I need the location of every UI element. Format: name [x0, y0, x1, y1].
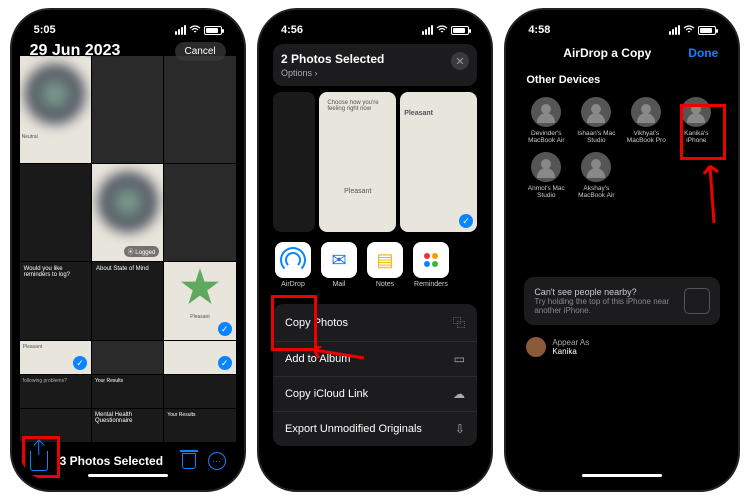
- cancel-button[interactable]: Cancel: [175, 42, 226, 61]
- battery-icon: [204, 26, 222, 35]
- photo-previews: Choose how you're feeling right now Plea…: [273, 92, 477, 232]
- done-button[interactable]: Done: [688, 46, 718, 60]
- section-header: Other Devices: [514, 68, 730, 90]
- photo-thumb[interactable]: [92, 56, 163, 163]
- action-export[interactable]: Export Unmodified Originals⇩: [273, 412, 477, 446]
- album-icon: ▭: [454, 352, 465, 366]
- wifi-icon: [436, 25, 448, 35]
- more-icon[interactable]: ⋯: [208, 452, 226, 470]
- photo-thumb[interactable]: About State of Mind: [92, 262, 163, 341]
- photo-thumb[interactable]: Would you like reminders to log?: [20, 262, 91, 341]
- home-indicator[interactable]: [88, 474, 168, 477]
- hint-body: Try holding the top of this iPhone near …: [534, 297, 676, 315]
- phone-2: 4:56 2 Photos Selected Options › ✕ Choos…: [259, 10, 491, 490]
- airdrop-device[interactable]: Akshay's MacBook Air: [572, 149, 620, 202]
- avatar-icon: [681, 97, 711, 127]
- notch: [78, 10, 178, 30]
- hint-title: Can't see people nearby?: [534, 287, 676, 297]
- close-icon[interactable]: ✕: [451, 52, 469, 70]
- clock: 4:56: [281, 24, 303, 36]
- airdrop-device[interactable]: Vikhyat's MacBook Pro: [622, 94, 670, 147]
- nearby-hint: Can't see people nearby? Try holding the…: [524, 277, 720, 325]
- device-grid: Devinder's MacBook Air Ishaan's Mac Stud…: [514, 90, 730, 207]
- photo-thumb[interactable]: [164, 56, 235, 163]
- airdrop-device[interactable]: Kanika's iPhone: [672, 94, 720, 147]
- wifi-icon: [683, 25, 695, 35]
- photo-thumb[interactable]: [92, 341, 163, 374]
- airdrop-icon: [275, 242, 311, 278]
- app-mail[interactable]: ✉Mail: [321, 242, 357, 288]
- date-heading: 29 Jun 2023: [30, 42, 121, 60]
- avatar-icon: [581, 97, 611, 127]
- notch: [325, 10, 425, 30]
- action-add-album[interactable]: Add to Album▭: [273, 342, 477, 377]
- sheet-title: 2 Photos Selected: [281, 52, 469, 66]
- airdrop-header: AirDrop a Copy Done: [514, 38, 730, 68]
- photo-thumb[interactable]: Pleasant✓: [20, 341, 91, 374]
- check-icon: ✓: [218, 322, 232, 336]
- battery-icon: [698, 26, 716, 35]
- cloud-icon: ☁: [453, 387, 465, 401]
- photo-grid: Neutral ⦿ Logged Would you like reminder…: [20, 38, 236, 448]
- check-icon: ✓: [218, 356, 232, 370]
- preview-thumb[interactable]: Choose how you're feeling right now Plea…: [319, 92, 396, 232]
- home-indicator[interactable]: [582, 474, 662, 477]
- preview-thumb[interactable]: [273, 92, 315, 232]
- photo-thumb[interactable]: Pleasant✓: [164, 262, 235, 341]
- copy-icon: ⿻: [453, 314, 465, 331]
- photo-thumb[interactable]: [164, 375, 235, 408]
- selection-count: 3 Photos Selected: [60, 454, 170, 468]
- app-notes[interactable]: ▤Notes: [367, 242, 403, 288]
- preview-thumb[interactable]: Pleasant ✓: [400, 92, 477, 232]
- avatar-icon: [531, 97, 561, 127]
- avatar-icon: [531, 152, 561, 182]
- airdrop-title: AirDrop a Copy: [563, 46, 651, 60]
- app-reminders[interactable]: Reminders: [413, 242, 449, 288]
- clock: 4:58: [528, 24, 550, 36]
- airdrop-device[interactable]: Devinder's MacBook Air: [522, 94, 570, 147]
- share-apps-row: AirDrop ✉Mail ▤Notes Reminders: [267, 232, 483, 298]
- photo-thumb[interactable]: [20, 164, 91, 261]
- user-avatar: [526, 337, 546, 357]
- wifi-icon: [189, 25, 201, 35]
- photo-thumb[interactable]: Your Results: [92, 375, 163, 408]
- mail-icon: ✉: [321, 242, 357, 278]
- action-copy-photos[interactable]: Copy Photos⿻: [273, 304, 477, 342]
- photo-thumb[interactable]: [164, 164, 235, 261]
- phone-3: 4:58 AirDrop a Copy Done Other Devices D…: [506, 10, 738, 490]
- notes-icon: ▤: [367, 242, 403, 278]
- trash-icon[interactable]: [182, 453, 196, 469]
- share-actions: Copy Photos⿻ Add to Album▭ Copy iCloud L…: [273, 304, 477, 446]
- battery-icon: [451, 26, 469, 35]
- photo-thumb[interactable]: following problems?: [20, 375, 91, 408]
- app-airdrop[interactable]: AirDrop: [275, 242, 311, 288]
- photo-thumb[interactable]: ⦿ Logged: [92, 164, 163, 261]
- action-icloud-link[interactable]: Copy iCloud Link☁: [273, 377, 477, 412]
- avatar-icon: [581, 152, 611, 182]
- photo-thumb[interactable]: Neutral: [20, 56, 91, 163]
- notch: [572, 10, 672, 30]
- share-sheet-header: 2 Photos Selected Options › ✕: [273, 44, 477, 86]
- photo-thumb[interactable]: ✓: [164, 341, 235, 374]
- check-icon: ✓: [73, 356, 87, 370]
- share-icon[interactable]: [30, 451, 48, 471]
- export-icon: ⇩: [455, 422, 465, 436]
- clock: 5:05: [34, 24, 56, 36]
- avatar-icon: [631, 97, 661, 127]
- check-icon: ✓: [459, 214, 473, 228]
- airdrop-device[interactable]: Ishaan's Mac Studio: [572, 94, 620, 147]
- reminders-icon: [413, 242, 449, 278]
- airdrop-device[interactable]: Anmol's Mac Studio: [522, 149, 570, 202]
- phone-1: 5:05 29 Jun 2023 Cancel Neutral ⦿ Logged…: [12, 10, 244, 490]
- appear-as-row[interactable]: Appear As Kanika: [514, 331, 730, 363]
- phones-icon: [684, 288, 710, 314]
- options-button[interactable]: Options ›: [281, 68, 469, 78]
